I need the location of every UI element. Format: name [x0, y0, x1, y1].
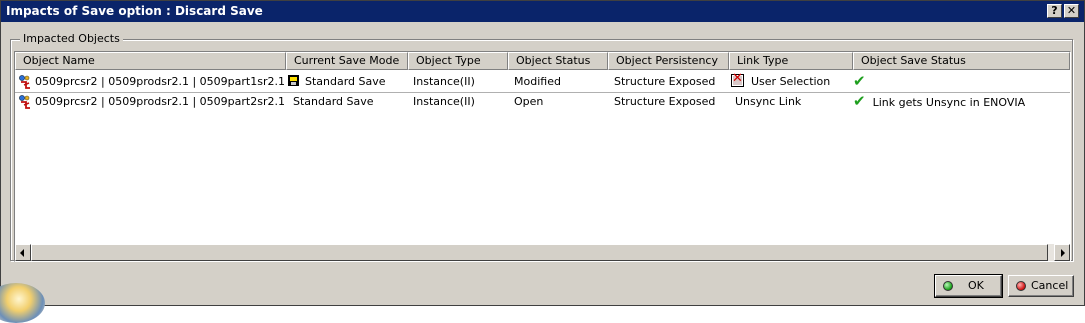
save-mode-label: Standard Save [305, 75, 386, 88]
ok-button[interactable]: OK [934, 274, 1003, 298]
dialog-title: Impacts of Save option : Discard Save [6, 4, 263, 18]
cell-link-type[interactable]: ✕ User Selection [731, 72, 852, 91]
scroll-right-button[interactable] [1054, 244, 1070, 261]
help-button[interactable]: ? [1047, 4, 1062, 18]
scroll-left-button[interactable] [15, 244, 31, 261]
cell-object-save-status: ✔ [853, 72, 1068, 91]
column-header-object-type[interactable]: Object Type [408, 52, 508, 70]
cell-current-save-mode: Standard Save [293, 95, 374, 108]
cell-object-status: Modified [514, 75, 561, 88]
group-label: Impacted Objects [20, 32, 123, 45]
cell-object-persistency: Structure Exposed [614, 75, 716, 88]
cell-current-save-mode: Standard Save [288, 72, 406, 91]
green-dot-icon [943, 281, 953, 291]
ok-label: OK [968, 279, 984, 292]
column-header-object-persistency[interactable]: Object Persistency [608, 52, 729, 70]
cancel-label: Cancel [1031, 279, 1069, 292]
horizontal-scrollbar[interactable] [15, 244, 1070, 261]
cell-object-name: 0509prcsr2 | 0509prodsr2.1 | 0509part2sr… [35, 95, 285, 108]
table-header: Object Name Current Save Mode Object Typ… [15, 52, 1070, 70]
cell-object-type: Instance(II) [413, 75, 475, 88]
green-check-icon: ✔ [853, 72, 866, 90]
arrow-right-icon [1061, 249, 1065, 257]
column-header-link-type[interactable]: Link Type [729, 52, 853, 70]
floppy-disk-icon [288, 75, 299, 86]
column-header-object-save-status[interactable]: Object Save Status [853, 52, 1070, 70]
cell-object-persistency: Structure Exposed [614, 95, 716, 108]
close-button[interactable]: ✕ [1064, 4, 1079, 18]
scroll-thumb[interactable] [31, 244, 1048, 261]
cell-object-save-status: ✔ Link gets Unsync in ENOVIA [853, 92, 1068, 111]
table-row[interactable]: 0509prcsr2 | 0509prodsr2.1 | 0509part1sr… [15, 72, 1070, 93]
column-header-object-name[interactable]: Object Name [15, 52, 286, 70]
title-bar[interactable]: Impacts of Save option : Discard Save ? … [1, 1, 1084, 22]
red-x-link-icon: ✕ [731, 72, 744, 87]
save-status-label: Link gets Unsync in ENOVIA [872, 96, 1026, 109]
product-instance-icon [19, 75, 30, 89]
arrow-left-icon [20, 249, 24, 257]
column-header-object-status[interactable]: Object Status [508, 52, 608, 70]
cell-object-name: 0509prcsr2 | 0509prodsr2.1 | 0509part1sr… [35, 75, 285, 88]
cancel-button[interactable]: Cancel [1008, 275, 1074, 297]
column-header-current-save-mode[interactable]: Current Save Mode [286, 52, 408, 70]
product-instance-icon [19, 95, 30, 109]
table-row[interactable]: 0509prcsr2 | 0509prodsr2.1 | 0509part2sr… [15, 92, 1070, 112]
impacted-objects-table: Object Name Current Save Mode Object Typ… [14, 51, 1071, 262]
cell-object-status: Open [514, 95, 544, 108]
cell-link-type[interactable]: Unsync Link [735, 92, 852, 111]
cell-object-type: Instance(II) [413, 95, 475, 108]
application-logo [0, 283, 45, 323]
dialog-window: Impacts of Save option : Discard Save ? … [0, 0, 1085, 323]
link-type-label: User Selection [751, 75, 831, 88]
red-dot-icon [1016, 281, 1026, 291]
green-check-icon: ✔ [853, 92, 866, 110]
